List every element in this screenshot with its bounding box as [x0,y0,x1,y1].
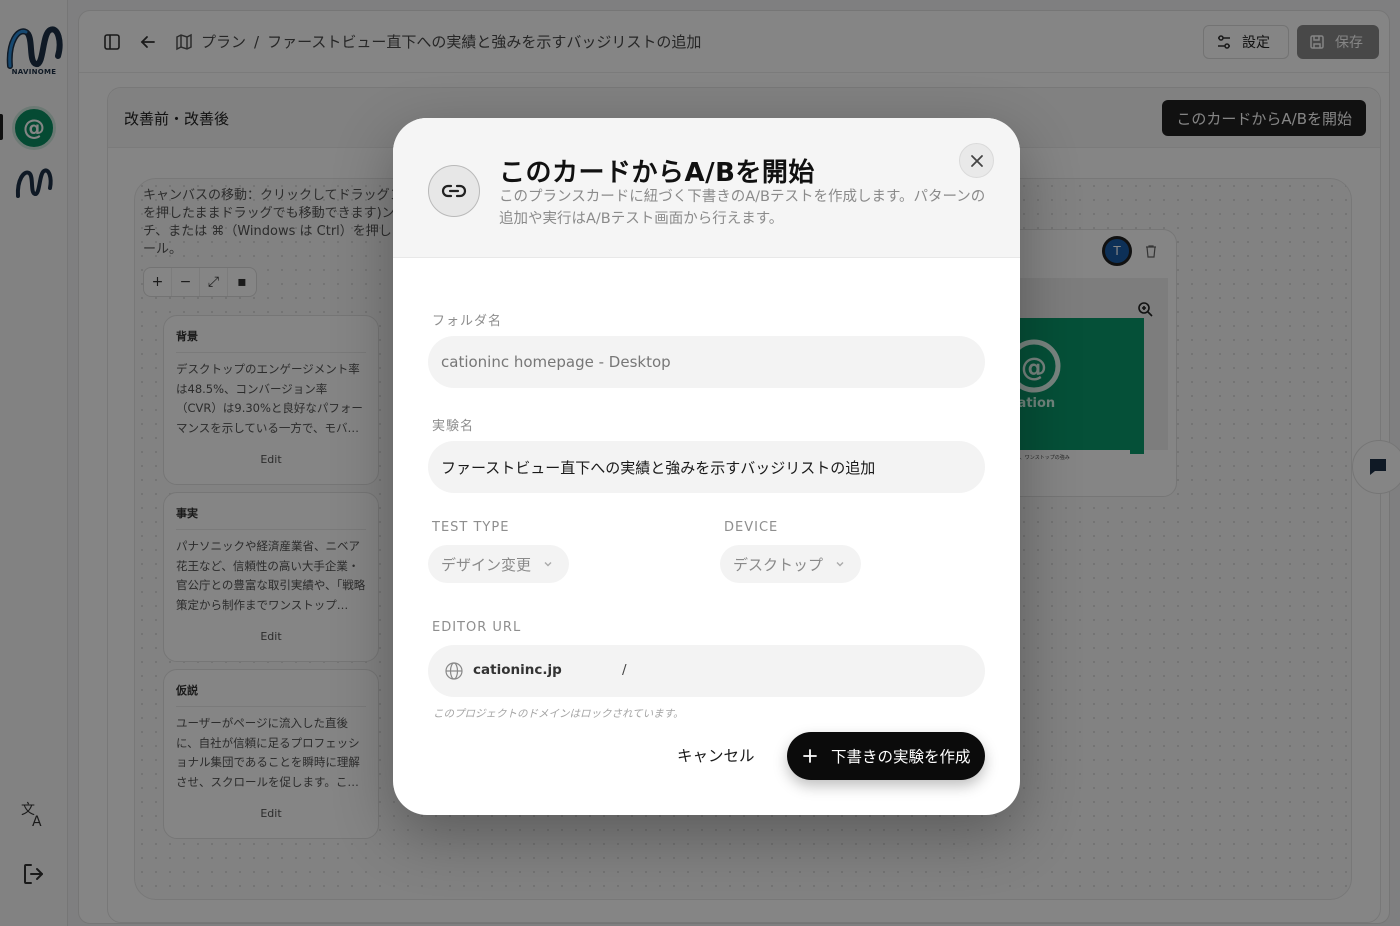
device-label: DEVICE [724,520,779,535]
modal-header: このカードからA/Bを開始 このプランスカードに紐づく下書きのA/Bテストを作成… [393,118,1020,258]
test-type-value: デザイン変更 [441,555,532,574]
create-draft-label: 下書きの実験を作成 [831,748,971,766]
experiment-name-input[interactable]: ファーストビュー直下への実績と強みを示すバッジリストの追加 [428,441,985,493]
experiment-label: 実験名 [432,419,475,434]
start-ab-modal: このカードからA/Bを開始 このプランスカードに紐づく下書きのA/Bテストを作成… [393,118,1020,815]
modal-subtitle: このプランスカードに紐づく下書きのA/Bテストを作成します。パターンの追加や実行… [499,189,986,227]
folder-field[interactable]: cationinc homepage - Desktop [428,336,985,388]
close-icon [970,154,983,167]
domain-lock-note: このプロジェクトのドメインはロックされています。 [433,708,684,720]
test-type-select[interactable]: デザイン変更 [428,545,569,583]
close-button[interactable] [959,143,994,178]
modal-title: このカードからA/Bを開始 [499,158,815,188]
globe-icon [445,662,463,680]
url-path[interactable]: / [622,662,627,678]
cancel-button[interactable]: キャンセル [677,744,755,766]
url-domain: cationinc.jp [473,662,562,678]
link-icon [428,165,480,217]
device-select[interactable]: デスクトップ [720,545,861,583]
editor-url-field[interactable]: cationinc.jp / [428,645,985,697]
folder-label: フォルダ名 [432,314,503,329]
editor-url-label: EDITOR URL [432,620,522,635]
chevron-down-icon [544,562,552,567]
device-value: デスクトップ [733,555,824,574]
create-draft-button[interactable]: 下書きの実験を作成 [787,732,985,780]
chevron-down-icon [836,562,844,567]
plus-icon [803,749,817,763]
test-type-label: TEST TYPE [432,520,510,535]
